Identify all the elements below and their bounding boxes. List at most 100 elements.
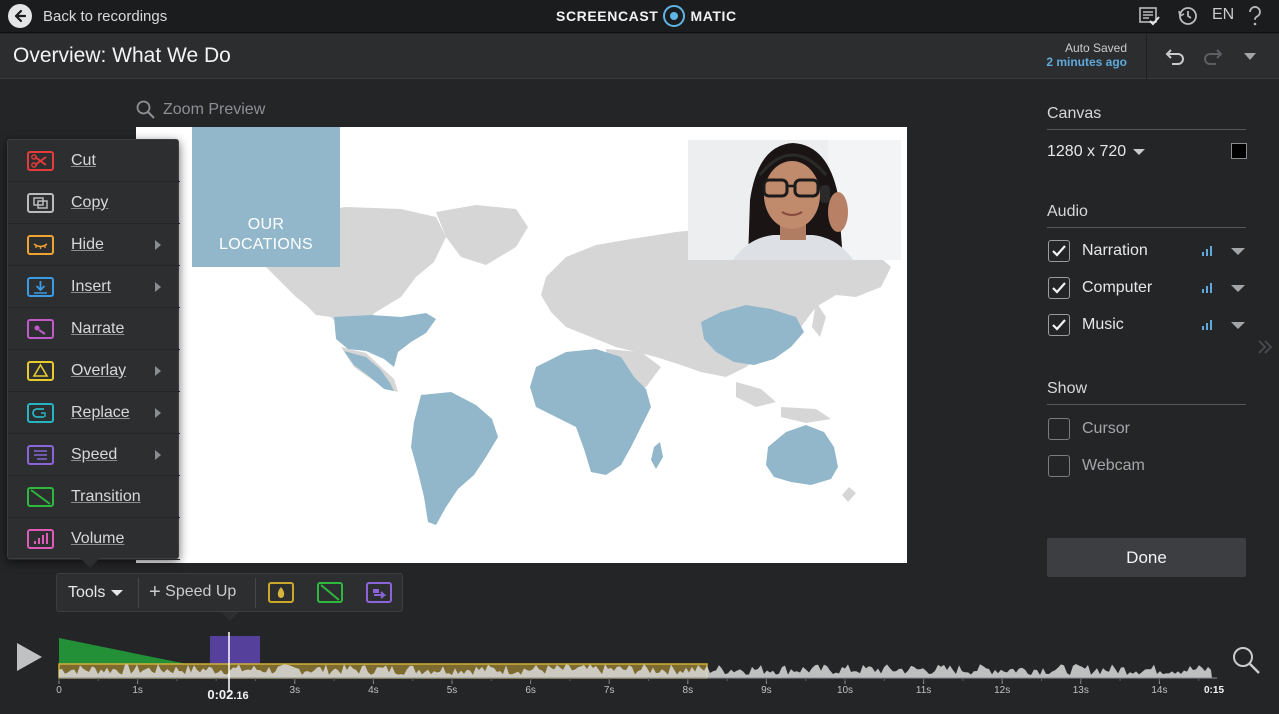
menu-item-overlay[interactable]: Overlay: [8, 350, 180, 392]
redo-icon[interactable]: [1202, 45, 1224, 67]
audio-checkbox-music[interactable]: [1048, 314, 1070, 336]
submenu-arrow-icon: [155, 365, 161, 376]
screencast-matic-logo: SCREENCAST MATIC: [556, 5, 737, 27]
speed-marker[interactable]: [210, 636, 260, 664]
submenu-arrow-icon: [155, 239, 161, 250]
submenu-arrow-icon: [155, 281, 161, 292]
top-bar: Back to recordings SCREENCAST MATIC EN: [0, 0, 1279, 33]
logo-record-icon: [663, 5, 686, 27]
audio-label: Music: [1082, 316, 1124, 333]
autosave-status: Auto Saved 2 minutes ago: [1046, 41, 1127, 69]
audio-checkbox-narration[interactable]: [1048, 240, 1070, 262]
play-button[interactable]: [17, 643, 42, 671]
tick-label: 3s: [289, 685, 301, 696]
copy-icon: [27, 192, 54, 213]
submenu-arrow-icon: [155, 449, 161, 460]
audio-checkbox-computer[interactable]: [1048, 277, 1070, 299]
plus-icon: +: [149, 581, 161, 603]
menu-item-narrate[interactable]: Narrate: [8, 308, 180, 350]
divider: [1146, 34, 1147, 79]
divider: [1047, 129, 1246, 130]
tick-label: 10s: [836, 685, 854, 696]
video-preview[interactable]: OUR LOCATIONS: [136, 127, 907, 563]
history-icon[interactable]: [1177, 5, 1199, 27]
menu-item-cut[interactable]: Cut: [8, 140, 180, 182]
volume-level-icon[interactable]: [1201, 318, 1215, 336]
tick-label: 4s: [368, 685, 379, 696]
volume-level-icon[interactable]: [1201, 281, 1215, 299]
menu-item-label: Transition: [71, 487, 141, 505]
volume-level-icon[interactable]: [1201, 244, 1215, 262]
overlay-icon: [27, 360, 54, 381]
canvas-size-dropdown[interactable]: 1280 x 720: [1047, 143, 1146, 161]
search-icon: [136, 100, 155, 119]
scissors-icon: [27, 150, 54, 171]
timeline[interactable]: 0 1s 3s 4s 5s 6s 7s 8s 9s 10s 11s 12s 13s 14s 0:02.16…: [56, 630, 1224, 714]
page-title[interactable]: Overview: What We Do: [13, 44, 231, 68]
narrate-icon: [27, 318, 54, 339]
webcam-person-image: [688, 140, 901, 260]
zoom-preview-label: Zoom Preview: [163, 100, 266, 118]
hide-tool-icon[interactable]: [268, 582, 294, 603]
chevron-down-icon[interactable]: [1231, 248, 1245, 255]
canvas-color-swatch[interactable]: [1231, 143, 1247, 159]
back-arrow-icon: [8, 4, 32, 28]
menu-item-insert[interactable]: Insert: [8, 266, 180, 308]
tick-label: 11s: [915, 685, 932, 696]
menu-item-replace[interactable]: Replace: [8, 392, 180, 434]
done-button[interactable]: Done: [1047, 538, 1246, 577]
replace-icon: [27, 402, 54, 423]
tools-label: Tools: [68, 584, 106, 601]
audio-label: Narration: [1082, 242, 1148, 259]
autosave-label: Auto Saved: [1064, 41, 1127, 55]
caret-down-icon: [111, 590, 124, 596]
webcam-overlay[interactable]: [688, 140, 901, 260]
menu-item-volume[interactable]: Volume: [8, 518, 180, 560]
tick-label: 13s: [1072, 685, 1089, 696]
zoom-preview-button[interactable]: Zoom Preview: [136, 100, 265, 119]
menu-item-speed[interactable]: Speed: [8, 434, 180, 476]
tools-button[interactable]: Tools: [68, 584, 124, 602]
undo-icon[interactable]: [1164, 45, 1186, 67]
divider: [255, 578, 256, 608]
language-selector[interactable]: EN: [1212, 6, 1234, 24]
show-checkbox-webcam[interactable]: [1048, 455, 1070, 477]
expand-panel-icon[interactable]: [1257, 339, 1273, 360]
chevron-down-icon[interactable]: [1231, 285, 1245, 292]
help-icon[interactable]: [1244, 5, 1266, 27]
tools-menu: Cut Copy Hide Insert Narrate Overlay Replace Sp…: [7, 139, 180, 560]
more-dropdown-icon[interactable]: [1239, 45, 1261, 67]
overlay-text-line1: OUR: [247, 216, 285, 233]
menu-item-label: Volume: [71, 529, 125, 547]
current-time-main: 0:02: [207, 687, 234, 702]
notes-icon[interactable]: [1138, 5, 1160, 27]
divider: [1047, 404, 1246, 405]
menu-item-label: Overlay: [71, 361, 127, 379]
menu-item-label: Insert: [71, 277, 112, 295]
back-to-recordings-button[interactable]: Back to recordings: [8, 4, 167, 28]
overlay-text-line2: LOCATIONS: [219, 236, 313, 253]
back-label: Back to recordings: [43, 7, 168, 25]
transition-tool-icon[interactable]: [317, 582, 343, 603]
current-time-fraction: .16: [233, 690, 249, 702]
timeline-zoom-icon[interactable]: [1231, 645, 1261, 680]
transition-marker[interactable]: [59, 638, 187, 664]
speed-up-button[interactable]: + Speed Up: [149, 581, 237, 603]
speed-up-label: Speed Up: [165, 583, 237, 600]
audio-label: Computer: [1082, 279, 1153, 296]
show-section-title: Show: [1047, 380, 1088, 397]
tick-label: 6s: [525, 685, 536, 696]
speed-tool-icon[interactable]: [366, 582, 392, 603]
canvas-section-title: Canvas: [1047, 105, 1102, 122]
divider: [1047, 227, 1246, 228]
chevron-down-icon: [1133, 149, 1146, 155]
tick-label: 5s: [446, 685, 458, 696]
menu-item-transition[interactable]: Transition: [8, 476, 180, 518]
time-ticks: [58, 678, 1200, 684]
toolbar-pointer: [221, 612, 239, 621]
menu-item-copy[interactable]: Copy: [8, 182, 180, 224]
show-checkbox-cursor[interactable]: [1048, 418, 1070, 440]
chevron-down-icon[interactable]: [1231, 322, 1245, 329]
menu-item-hide[interactable]: Hide: [8, 224, 180, 266]
audio-section-title: Audio: [1047, 203, 1088, 220]
